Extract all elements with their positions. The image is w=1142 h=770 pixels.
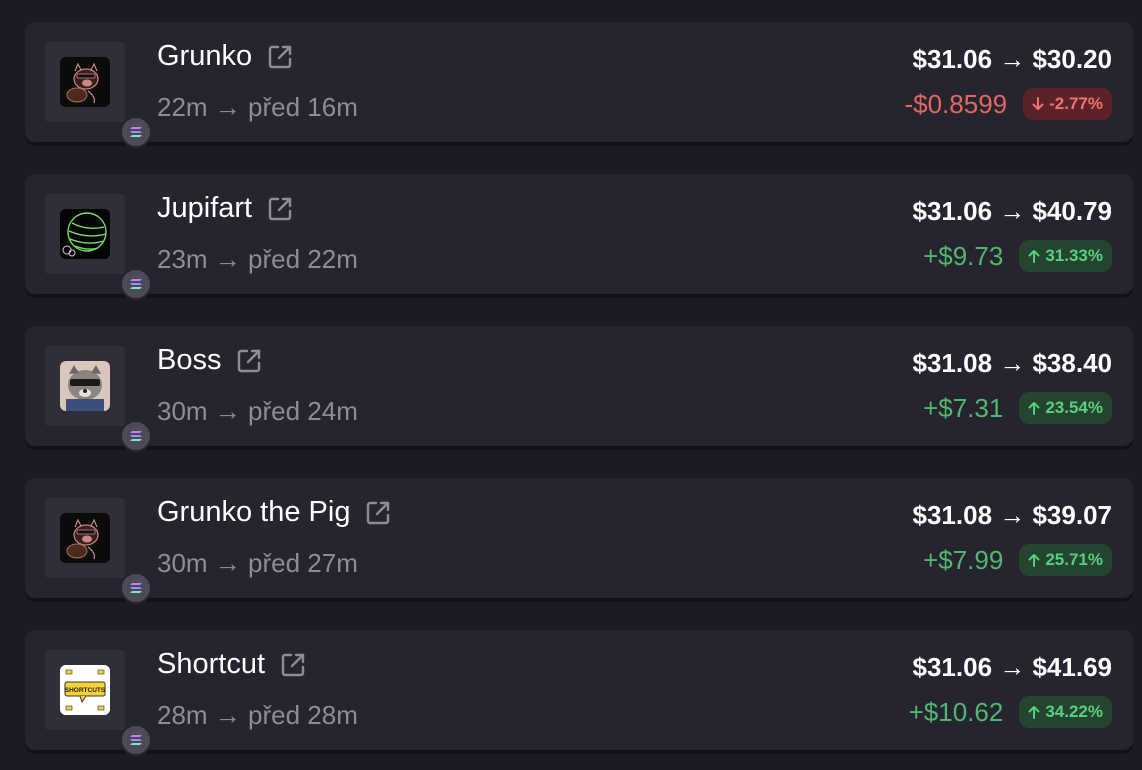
arrow-up-icon (1028, 554, 1040, 567)
solana-chain-icon (120, 116, 152, 148)
solana-chain-icon (120, 724, 152, 756)
arrow-down-icon (1032, 97, 1044, 110)
trade-row-shortcut[interactable]: SHORTCUTS Shortcut 28m → před 28m $31.06… (25, 630, 1133, 756)
raccoon-token-icon (60, 361, 110, 411)
pnl-percent: 31.33% (1045, 246, 1103, 265)
pnl-percent: 25.71% (1045, 550, 1103, 569)
arrow-up-icon (1028, 706, 1040, 719)
pnl-amount: +$7.99 (923, 544, 1004, 575)
token-thumbnail: SHORTCUTS (45, 650, 152, 756)
hold-time: 23m → před 22m (157, 244, 358, 274)
token-name-label: Grunko the Pig (157, 496, 351, 528)
trade-list: Grunko 22m → před 16m $31.06 → $30.20 -$… (0, 0, 1142, 770)
pnl: +$10.62 34.22% (909, 696, 1112, 728)
solana-chain-icon (120, 572, 152, 604)
token-name: Boss (157, 344, 263, 377)
pnl-percent-badge: 31.33% (1019, 240, 1112, 272)
trade-row-grunko-the-pig[interactable]: Grunko the Pig 30m → před 27m $31.08 → $… (25, 478, 1133, 604)
pnl: -$0.8599 -2.77% (904, 88, 1112, 120)
external-link-icon[interactable] (364, 499, 392, 527)
arrow-up-icon (1028, 250, 1040, 263)
token-name: Grunko the Pig (157, 496, 392, 529)
shortcuts-token-icon: SHORTCUTS (60, 665, 110, 715)
trade-row-jupifart[interactable]: Jupifart 23m → před 22m $31.06 → $40.79 … (25, 174, 1133, 300)
token-name-label: Grunko (157, 40, 253, 72)
hold-time: 28m → před 28m (157, 700, 358, 730)
token-name: Jupifart (157, 192, 294, 225)
external-link-icon[interactable] (266, 195, 294, 223)
pnl: +$9.73 31.33% (923, 240, 1112, 272)
token-thumbnail (45, 194, 152, 300)
pnl-amount: +$9.73 (923, 240, 1004, 271)
token-name: Grunko (157, 40, 294, 73)
jupiter-token-icon (60, 209, 110, 259)
shortcuts-logo-text: SHORTCUTS (65, 687, 106, 694)
trade-row-boss[interactable]: Boss 30m → před 24m $31.08 → $38.40 +$7.… (25, 326, 1133, 452)
token-name-label: Jupifart (157, 192, 253, 224)
token-name-label: Shortcut (157, 648, 265, 680)
external-link-icon[interactable] (279, 651, 307, 679)
external-link-icon[interactable] (235, 347, 263, 375)
trade-row-grunko[interactable]: Grunko 22m → před 16m $31.06 → $30.20 -$… (25, 22, 1133, 148)
solana-chain-icon (120, 420, 152, 452)
pnl: +$7.31 23.54% (923, 392, 1112, 424)
price-change: $31.08 → $38.40 (912, 348, 1113, 378)
hold-time: 30m → před 24m (157, 396, 358, 426)
token-thumbnail (45, 346, 152, 452)
price-change: $31.08 → $39.07 (912, 500, 1113, 530)
price-change: $31.06 → $30.20 (912, 44, 1113, 74)
pnl-percent-badge: 25.71% (1019, 544, 1112, 576)
token-name-label: Boss (157, 344, 222, 376)
pnl: +$7.99 25.71% (923, 544, 1112, 576)
pnl-percent: 23.54% (1045, 398, 1103, 417)
pnl-amount: +$10.62 (908, 696, 1004, 727)
pnl-percent: 34.22% (1045, 702, 1103, 721)
pnl-percent: -2.77% (1049, 94, 1103, 113)
solana-chain-icon (120, 268, 152, 300)
pig-token-icon (60, 57, 110, 107)
token-name: Shortcut (157, 648, 307, 681)
price-change: $31.06 → $41.69 (912, 652, 1113, 682)
hold-time: 22m → před 16m (157, 92, 358, 122)
hold-time: 30m → před 27m (157, 548, 358, 578)
pnl-amount: -$0.8599 (904, 88, 1008, 119)
pnl-percent-badge: 23.54% (1019, 392, 1112, 424)
pnl-amount: +$7.31 (923, 392, 1004, 423)
token-thumbnail (45, 42, 152, 148)
pnl-percent-badge: -2.77% (1023, 88, 1112, 120)
arrow-up-icon (1028, 402, 1040, 415)
price-change: $31.06 → $40.79 (912, 196, 1113, 226)
external-link-icon[interactable] (266, 43, 294, 71)
pig-token-icon (60, 513, 110, 563)
pnl-percent-badge: 34.22% (1019, 696, 1112, 728)
token-thumbnail (45, 498, 152, 604)
